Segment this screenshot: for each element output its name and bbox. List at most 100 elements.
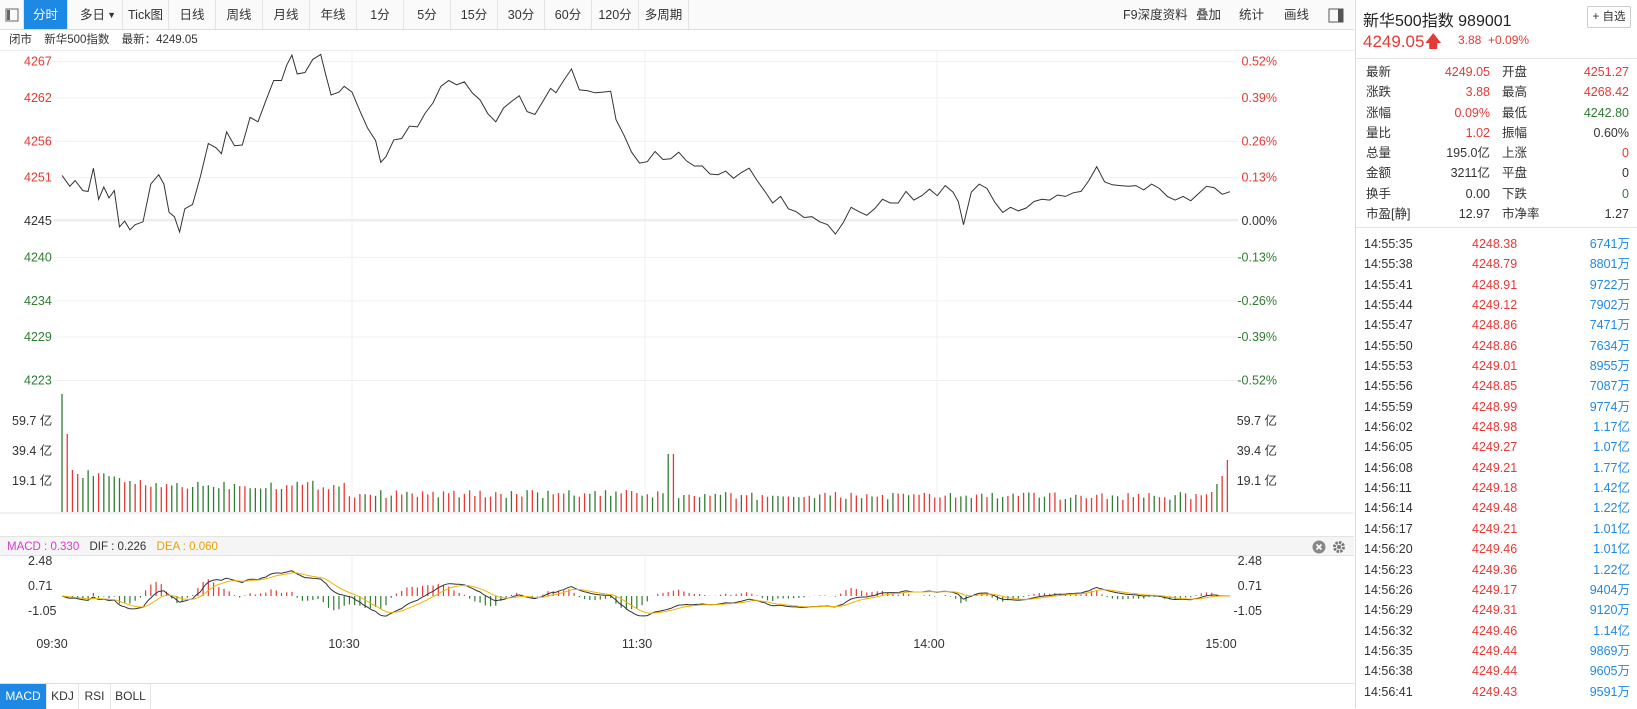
tick-price: 4248.99 xyxy=(1472,399,1518,414)
tick-price: 4249.46 xyxy=(1472,542,1518,557)
tick-time: 14:55:56 xyxy=(1364,379,1413,394)
tab-timeshare[interactable]: 分时 xyxy=(24,0,68,29)
tab-5min[interactable]: 5分 xyxy=(404,0,451,29)
tick-row: 14:55:56 4248.85 7087万 xyxy=(1356,376,1637,396)
f9-profile-link[interactable]: F9深度资料 xyxy=(1123,0,1188,29)
tick-price: 4249.18 xyxy=(1472,481,1518,496)
tick-price: 4249.48 xyxy=(1472,501,1518,516)
tab-weekly[interactable]: 周线 xyxy=(216,0,263,29)
tick-row: 14:56:29 4249.31 9120万 xyxy=(1356,600,1637,620)
stat-row: 量比 1.02 振幅 0.60% xyxy=(1356,123,1637,143)
stat-value: 0.60% xyxy=(1593,125,1629,140)
tick-price: 4249.01 xyxy=(1472,359,1518,374)
tab-kdj[interactable]: KDJ xyxy=(47,684,79,709)
tab-multi-day-label: 多日 xyxy=(80,8,106,22)
tab-15min[interactable]: 15分 xyxy=(451,0,498,29)
volume-tick-label: 59.7 亿 xyxy=(1237,413,1277,428)
stat-label: 最新 xyxy=(1366,65,1392,79)
arrow-up-icon: 🡅 xyxy=(1424,32,1442,51)
tick-volume: 9120万 xyxy=(1589,603,1630,618)
stat-label: 上涨 xyxy=(1502,146,1528,161)
tick-time: 14:55:53 xyxy=(1364,359,1413,374)
stat-label: 金额 xyxy=(1366,166,1392,181)
tick-volume: 1.22亿 xyxy=(1593,562,1630,577)
tick-price: 4249.36 xyxy=(1472,562,1518,577)
tick-row: 14:56:38 4249.44 9605万 xyxy=(1356,661,1637,681)
pct-tick-label: 0.26% xyxy=(1242,134,1277,148)
panel-toggle-icon[interactable] xyxy=(1328,8,1344,23)
stat-value: 195.0亿 xyxy=(1446,146,1490,161)
volume-tick-label: 59.7 亿 xyxy=(12,413,52,428)
tick-volume: 1.01亿 xyxy=(1593,521,1630,536)
price-tick-label: 4256 xyxy=(24,134,52,148)
stat-label: 最低 xyxy=(1502,105,1528,120)
tick-volume: 8955万 xyxy=(1589,359,1630,374)
tab-1min[interactable]: 1分 xyxy=(357,0,404,29)
tab-multi-day[interactable]: 多日 ▼ xyxy=(68,0,123,29)
gear-icon[interactable] xyxy=(1332,540,1346,554)
stat-row: 换手 0.00 下跌 0 xyxy=(1356,184,1637,204)
stat-value: 4251.27 xyxy=(1583,65,1629,79)
tick-price: 4248.86 xyxy=(1472,338,1518,353)
tick-volume: 1.77亿 xyxy=(1593,460,1630,475)
tab-tick[interactable]: Tick图 xyxy=(123,0,169,29)
pct-tick-label: -0.26% xyxy=(1237,294,1277,308)
tab-rsi[interactable]: RSI xyxy=(79,684,111,709)
change-value: 3.88 xyxy=(1458,33,1482,47)
tick-row: 14:56:23 4249.36 1.22亿 xyxy=(1356,560,1637,580)
macd-tick-label: 0.71 xyxy=(28,579,52,593)
stats-button[interactable]: 统计 xyxy=(1239,0,1264,29)
tick-time: 14:56:35 xyxy=(1364,643,1413,658)
volume-tick-label: 19.1 亿 xyxy=(12,473,52,488)
tick-row: 14:56:14 4249.48 1.22亿 xyxy=(1356,498,1637,518)
layout-toggle-icon[interactable] xyxy=(0,0,24,29)
tick-time: 14:56:14 xyxy=(1364,501,1413,516)
tick-price: 4248.98 xyxy=(1472,420,1518,435)
tick-price: 4249.43 xyxy=(1472,684,1518,699)
tab-60min[interactable]: 60分 xyxy=(545,0,592,29)
tick-time: 14:55:50 xyxy=(1364,338,1413,353)
tick-time: 14:55:38 xyxy=(1364,257,1413,272)
stat-label: 开盘 xyxy=(1502,65,1528,79)
tab-30min[interactable]: 30分 xyxy=(498,0,545,29)
pct-tick-label: 0.39% xyxy=(1242,91,1277,105)
tab-daily[interactable]: 日线 xyxy=(169,0,216,29)
tick-time: 14:56:17 xyxy=(1364,521,1413,536)
overlay-button[interactable]: 叠加 xyxy=(1196,0,1221,29)
chart-status-bar: 闭市 新华500指数 最新：4249.05 xyxy=(0,30,1354,51)
tick-time: 14:56:29 xyxy=(1364,603,1413,618)
tick-price: 4249.17 xyxy=(1472,582,1518,597)
add-watchlist-button[interactable]: + 自选 xyxy=(1587,6,1631,28)
macd-tick-label: -1.05 xyxy=(1234,604,1263,618)
tab-120min[interactable]: 120分 xyxy=(592,0,639,29)
stat-label: 市盈[静] xyxy=(1366,207,1411,222)
quote-sidebar: 新华500指数 989001 + 自选 4249.05🡅 3.88 +0.09%… xyxy=(1355,0,1637,708)
tab-macd[interactable]: MACD xyxy=(0,684,47,709)
tab-boll[interactable]: BOLL xyxy=(111,684,151,709)
tick-volume: 1.14亿 xyxy=(1593,623,1630,638)
tick-volume: 9591万 xyxy=(1589,684,1630,699)
stat-row: 涨跌 3.88 最高 4268.42 xyxy=(1356,82,1637,102)
stat-label: 换手 xyxy=(1366,186,1392,201)
stat-label: 市净率 xyxy=(1502,207,1540,222)
tick-time: 14:56:20 xyxy=(1364,542,1413,557)
tick-row: 14:55:41 4248.91 9722万 xyxy=(1356,275,1637,295)
stat-label: 振幅 xyxy=(1502,125,1528,140)
change-pct-value: +0.09% xyxy=(1488,33,1530,47)
tick-row: 14:56:26 4249.17 9404万 xyxy=(1356,580,1637,600)
time-tick-label: 11:30 xyxy=(622,637,652,651)
stat-label: 量比 xyxy=(1366,125,1392,140)
tab-multi-period[interactable]: 多周期 xyxy=(639,0,689,29)
close-icon[interactable] xyxy=(1312,540,1326,554)
price-tick-label: 4267 xyxy=(24,55,52,69)
stat-label: 涨幅 xyxy=(1366,105,1392,120)
tick-time: 14:55:44 xyxy=(1364,298,1413,313)
stat-value: 0 xyxy=(1622,186,1629,201)
draw-button[interactable]: 画线 xyxy=(1284,0,1309,29)
tab-yearly[interactable]: 年线 xyxy=(310,0,357,29)
tab-monthly[interactable]: 月线 xyxy=(263,0,310,29)
stat-value: 0.09% xyxy=(1454,105,1490,120)
tick-row: 14:55:50 4248.86 7634万 xyxy=(1356,336,1637,356)
macd-tick-label: 2.48 xyxy=(1238,554,1262,568)
intraday-chart: 4267 0.52% 4262 0.39% 4256 0.26% 4251 0.13% 4245… xyxy=(0,50,1354,651)
